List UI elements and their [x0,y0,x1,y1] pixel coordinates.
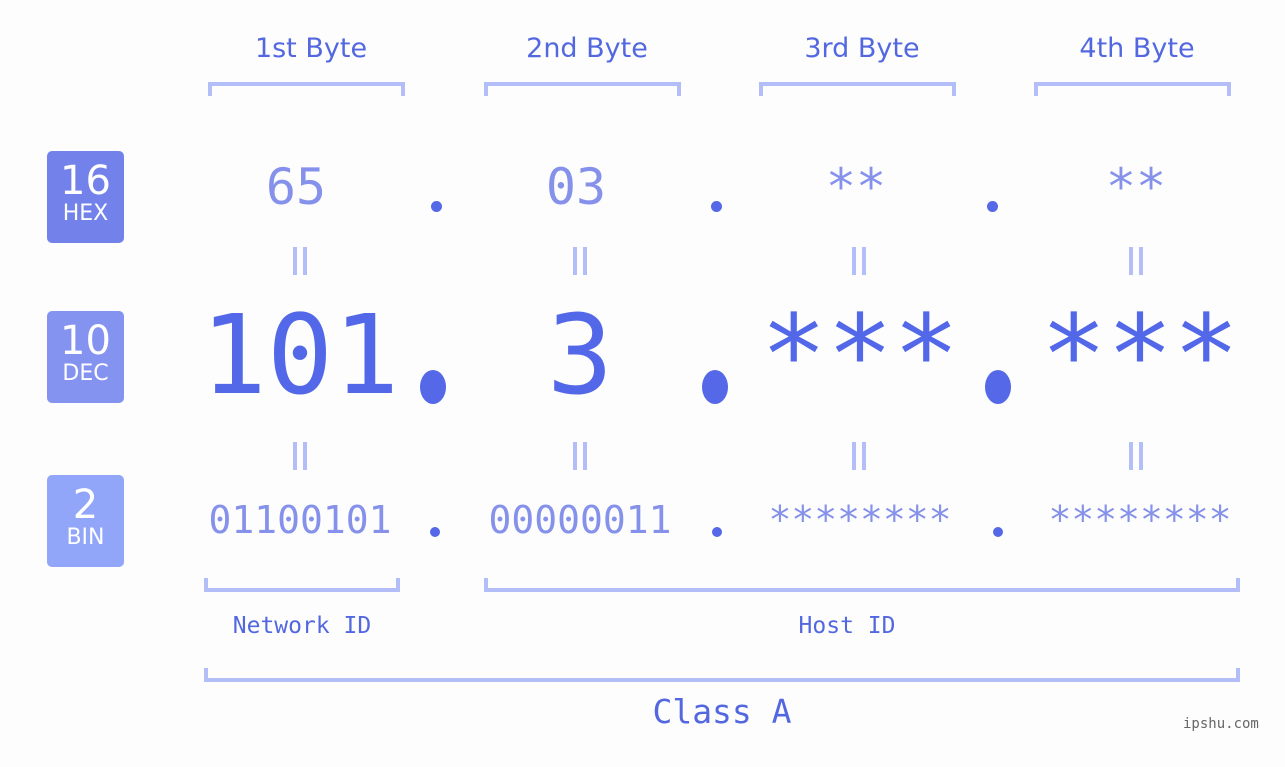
hex-byte-3: ** [825,158,887,216]
hex-separator-dot [987,201,998,212]
equals-icon [573,247,587,275]
hex-base-label: HEX [62,201,109,226]
hex-separator-dot [711,201,722,212]
bin-separator-dot [993,527,1003,537]
hex-separator-dot [431,201,442,212]
bin-base-number: 2 [72,482,99,528]
bin-base-label: BIN [66,525,105,550]
hex-badge: 16 HEX [47,151,124,243]
equals-icon [293,442,307,470]
bin-byte-3: ******** [768,498,952,542]
class-label: Class A [652,692,792,731]
class-bracket [204,668,1240,682]
equals-icon [1129,442,1143,470]
bin-badge: 2 BIN [47,475,124,567]
dec-byte-4: *** [1040,291,1240,419]
dec-separator-dot [985,370,1011,404]
byte-header-2: 2nd Byte [526,33,648,64]
network-id-label: Network ID [232,613,372,639]
bin-byte-2: 00000011 [488,498,672,542]
equals-icon [293,247,307,275]
bin-byte-1: 01100101 [208,498,392,542]
dec-separator-dot [702,370,728,404]
byte-bracket-3 [759,82,956,96]
dec-separator-dot [420,370,446,404]
byte-bracket-1 [208,82,405,96]
equals-icon [573,442,587,470]
hex-byte-2: 03 [545,158,607,216]
hex-byte-1: 65 [265,158,327,216]
dec-base-label: DEC [62,361,109,386]
host-id-bracket [484,578,1240,592]
bin-separator-dot [712,527,722,537]
byte-header-4: 4th Byte [1079,33,1195,64]
equals-icon [852,247,866,275]
dec-byte-3: *** [760,291,960,419]
hex-base-number: 16 [60,158,111,204]
byte-bracket-2 [484,82,681,96]
bin-separator-dot [430,527,440,537]
byte-bracket-4 [1034,82,1231,96]
equals-icon [852,442,866,470]
equals-icon [1129,247,1143,275]
dec-byte-1: 101 [200,291,400,419]
network-id-bracket [204,578,400,592]
host-id-label: Host ID [798,613,896,639]
byte-header-1: 1st Byte [254,33,368,64]
watermark: ipshu.com [1183,716,1259,732]
hex-byte-4: ** [1105,158,1167,216]
dec-byte-2: 3 [546,291,614,419]
dec-badge: 10 DEC [47,311,124,403]
byte-header-3: 3rd Byte [804,33,920,64]
dec-base-number: 10 [60,318,111,364]
bin-byte-4: ******** [1048,498,1232,542]
